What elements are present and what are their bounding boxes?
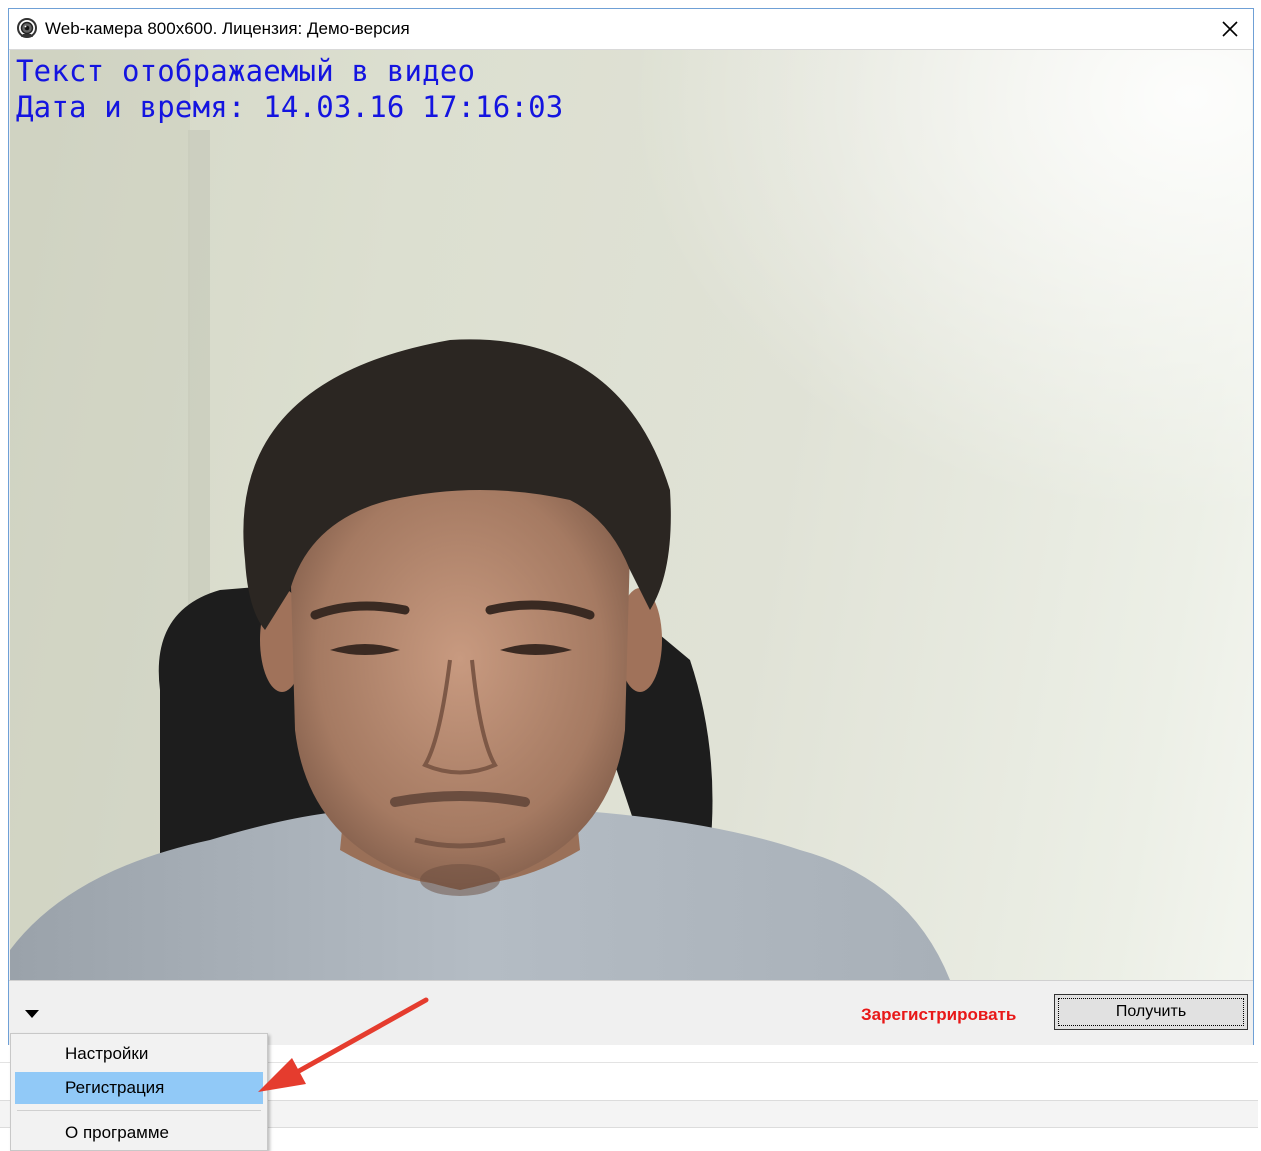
- annotation-arrow-icon: [258, 997, 429, 1092]
- menu-item-registration[interactable]: Регистрация: [15, 1072, 263, 1104]
- overlay-datetime-text: Дата и время: 14.03.16 17:16:03: [16, 90, 564, 124]
- get-button-label: Получить: [1115, 1003, 1187, 1020]
- close-icon: [1222, 21, 1238, 37]
- register-link[interactable]: Зарегистрировать: [861, 1005, 1016, 1025]
- menu-separator: [17, 1110, 261, 1111]
- video-preview: Текст отображаемый в видео Дата и время:…: [10, 50, 1252, 980]
- get-button[interactable]: Получить: [1054, 994, 1248, 1030]
- camera-frame-image: [10, 50, 1252, 980]
- menu-item-settings[interactable]: Настройки: [15, 1038, 263, 1070]
- window-title: Web-камера 800x600. Лицензия: Демо-верси…: [45, 19, 410, 38]
- overlay-caption-text: Текст отображаемый в видео: [16, 54, 476, 88]
- webcam-window: Web-камера 800x600. Лицензия: Демо-верси…: [8, 8, 1254, 1045]
- close-button[interactable]: [1207, 9, 1253, 49]
- title-bar: Web-камера 800x600. Лицензия: Демо-верси…: [9, 9, 1253, 50]
- triangle-down-icon: [25, 1010, 39, 1018]
- menu-dropdown-button[interactable]: [23, 1005, 41, 1023]
- menu-item-about[interactable]: О программе: [15, 1117, 263, 1149]
- webcam-icon: [17, 18, 37, 38]
- dropdown-menu: Настройки Регистрация О программе: [10, 1033, 268, 1151]
